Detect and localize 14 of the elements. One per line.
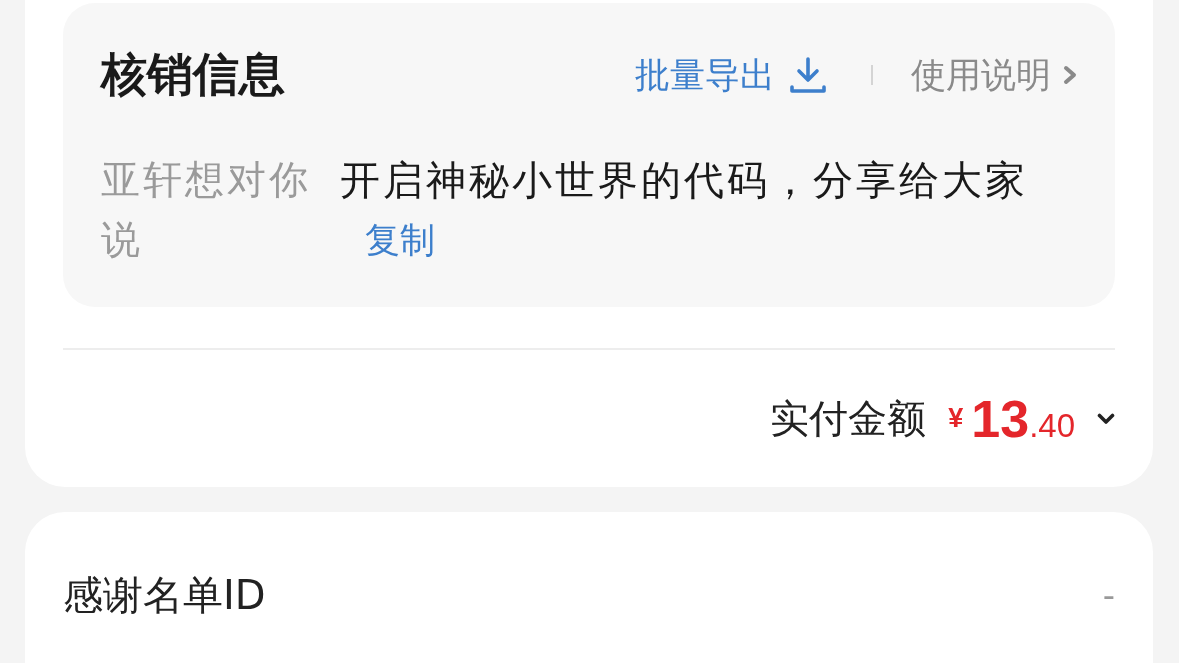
currency-symbol: ¥	[948, 403, 964, 434]
instructions-link[interactable]: 使用说明	[911, 51, 1077, 99]
copy-link[interactable]: 复制	[365, 210, 435, 270]
amount-value: 13.40	[971, 388, 1075, 449]
field-value: 开启神秘小世界的代码，分享给大家	[340, 156, 1028, 205]
amount-label: 实付金额	[770, 394, 927, 443]
download-icon	[789, 56, 827, 94]
chevron-right-icon	[1063, 65, 1077, 85]
panel-title: 核销信息	[101, 46, 285, 103]
export-button[interactable]: 批量导出	[635, 51, 827, 99]
field-label: 亚轩想对你说	[101, 156, 312, 264]
thanks-list-label: 感谢名单ID	[63, 570, 266, 620]
thanks-list-value: -	[1102, 575, 1115, 615]
chevron-down-icon[interactable]	[1097, 412, 1115, 425]
